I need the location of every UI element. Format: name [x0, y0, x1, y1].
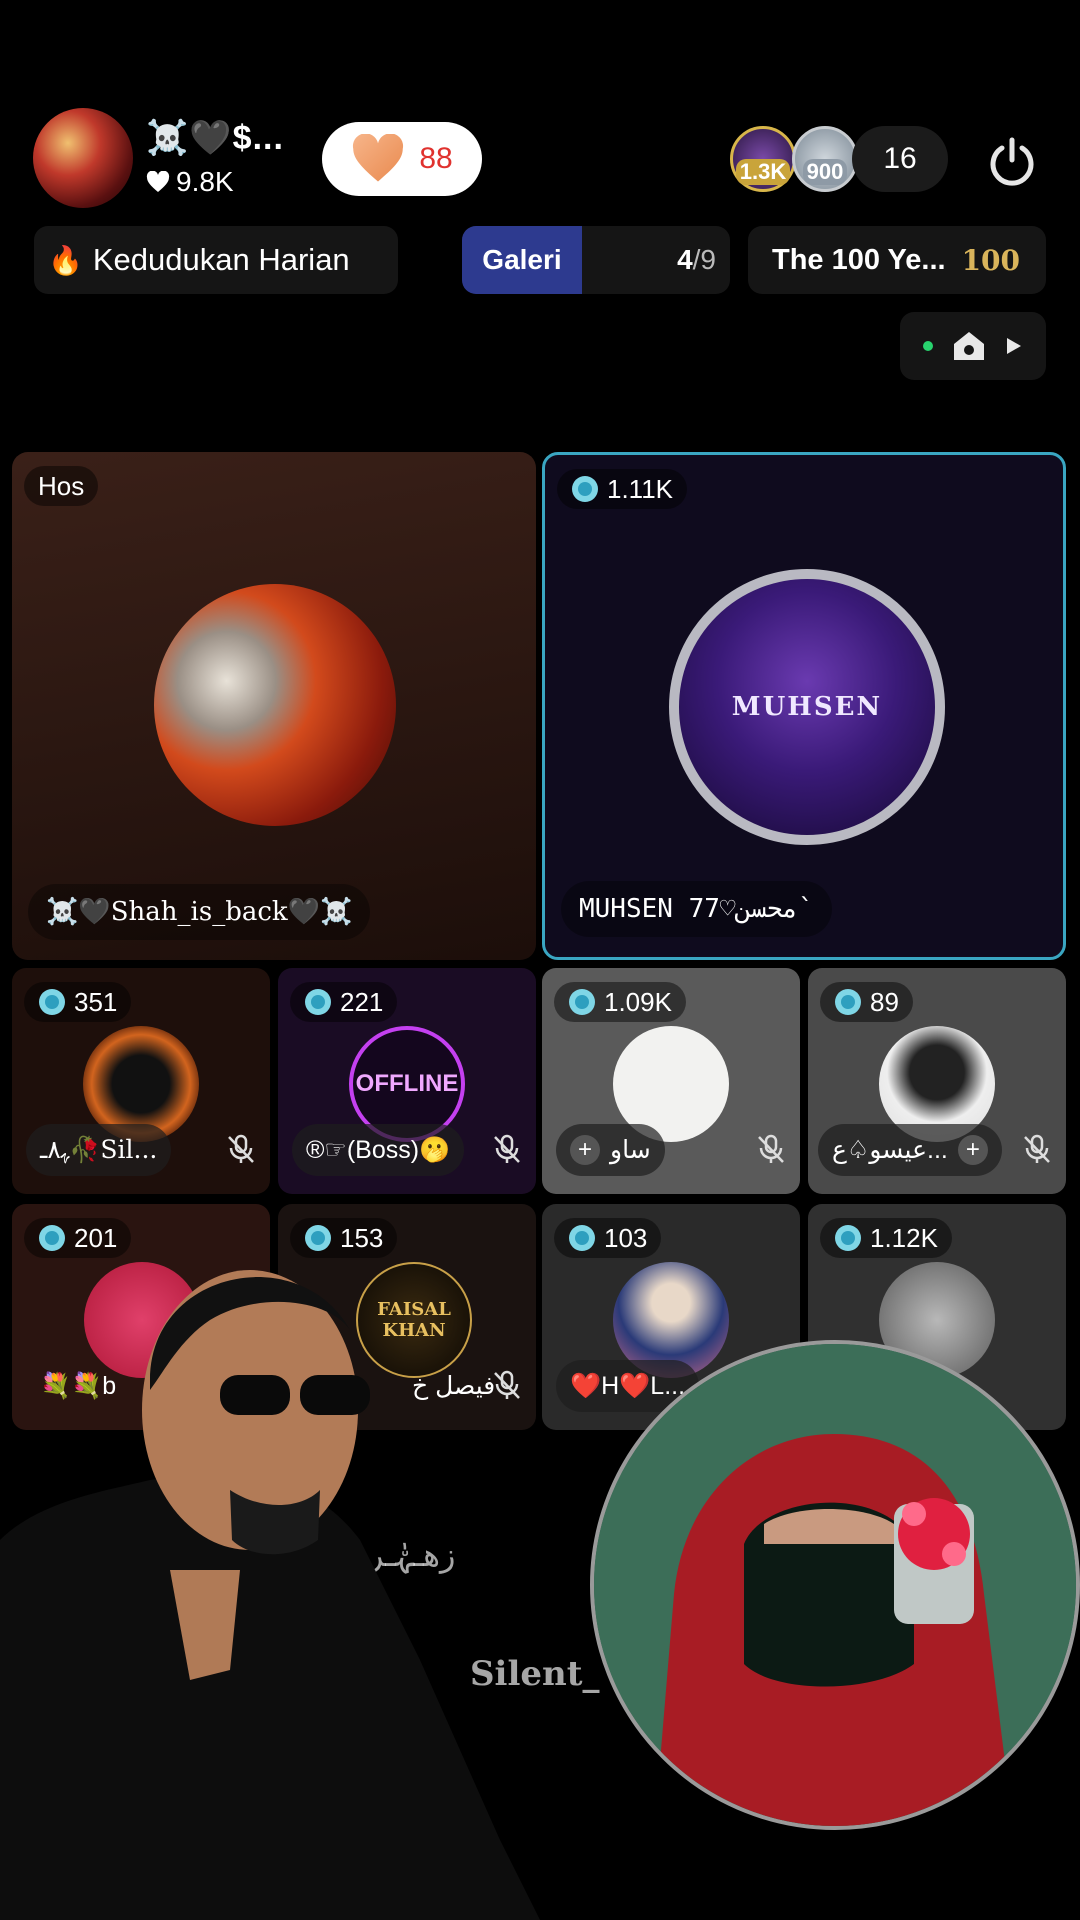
seat-name-text: عيسو♤ع... — [832, 1136, 948, 1164]
score-tag: 103 — [554, 1218, 662, 1258]
daily-rank-label: Kedudukan Harian — [92, 242, 350, 277]
guest-video-pip[interactable] — [590, 1340, 1080, 1830]
score-tag: 221 — [290, 982, 398, 1022]
host-tag: Hos — [24, 466, 99, 506]
event-label: The 100 Ye... — [772, 243, 946, 276]
mini-player-controls[interactable] — [900, 312, 1046, 380]
score-value: 1.12K — [870, 1222, 938, 1253]
gallery-label: Galeri — [462, 226, 582, 294]
host-likes-count: 9.8K — [176, 166, 234, 197]
fire-icon: 🔥 — [48, 244, 83, 276]
gallery-button[interactable]: Galeri 4/9 — [462, 226, 730, 294]
score-value: 89 — [870, 986, 899, 1017]
host-seat-name: ☠️🖤Shah_is_back🖤☠️ — [28, 884, 371, 940]
gem-icon — [305, 989, 331, 1015]
streamer-video-overlay — [0, 1240, 540, 1920]
heart-icon — [146, 171, 170, 192]
mic-muted-icon — [758, 1134, 784, 1163]
gem-icon — [835, 1225, 861, 1251]
seat-host[interactable]: Hos ☠️🖤Shah_is_back🖤☠️ — [12, 452, 536, 960]
seat-6[interactable]: 89 عيسو♤ع... + — [808, 968, 1066, 1194]
live-dot-icon — [923, 341, 934, 351]
viewer-count[interactable]: 16 — [852, 126, 948, 192]
mic-muted-icon — [494, 1134, 520, 1163]
host-name[interactable]: ☠️🖤$... — [146, 118, 284, 158]
score-value: 221 — [340, 986, 384, 1017]
avatar-text: OFFLINE — [355, 1070, 459, 1097]
daily-rank-button[interactable]: 🔥 Kedudukan Harian — [34, 226, 398, 294]
seat-avatar[interactable]: MUHSEN — [669, 569, 945, 845]
seat-name: ®☞(Boss)🫢 — [292, 1124, 465, 1176]
seat-name-text: ساو — [610, 1136, 651, 1164]
seat-3[interactable]: 351 ﮩ٨ـ🥀Sil... — [12, 968, 270, 1194]
follow-plus-icon[interactable]: + — [570, 1135, 600, 1165]
play-icon[interactable] — [1005, 336, 1023, 356]
host-likes: 9.8K — [146, 166, 234, 198]
mic-muted-icon — [1024, 1134, 1050, 1163]
gem-icon — [39, 989, 65, 1015]
seat-2[interactable]: 1.11K MUHSEN MUHSEN 77♡محسن` — [542, 452, 1066, 960]
viewer-avatar[interactable]: 1.3K — [730, 126, 796, 192]
seat-5[interactable]: 1.09K + ساو — [542, 968, 800, 1194]
power-icon[interactable] — [984, 134, 1040, 190]
event-banner[interactable]: The 100 Ye... 100 — [748, 226, 1046, 294]
heart-count: 88 — [419, 142, 453, 175]
seat-name: + ساو — [556, 1124, 665, 1176]
score-value: 1.09K — [604, 986, 672, 1017]
score-value: 103 — [604, 1222, 648, 1253]
home-icon[interactable] — [952, 330, 986, 362]
gem-icon — [569, 1225, 595, 1251]
gem-icon — [835, 989, 861, 1015]
avatar-text: MUHSEN — [731, 692, 883, 722]
score-value: 351 — [74, 986, 118, 1017]
gem-icon — [569, 989, 595, 1015]
viewer-avatar[interactable]: 900 — [792, 126, 858, 192]
seat-name: ﮩ٨ـ🥀Sil... — [26, 1124, 172, 1176]
score-tag: 1.09K — [554, 982, 686, 1022]
host-seat-avatar[interactable] — [154, 584, 396, 826]
viewer-badge: 1.3K — [735, 159, 791, 185]
event-badge: 100 — [961, 243, 1021, 277]
viewer-badge: 900 — [802, 159, 848, 185]
streamer-figure — [0, 1270, 540, 1920]
host-tag-label: Hos — [38, 470, 85, 501]
seat-name: MUHSEN 77♡محسن` — [561, 881, 832, 937]
score-tag: 1.12K — [820, 1218, 952, 1258]
mic-muted-icon — [228, 1134, 254, 1163]
gallery-counter: 4/9 — [677, 244, 716, 276]
gallery-total: /9 — [692, 244, 716, 275]
seat-name: عيسو♤ع... + — [818, 1124, 1002, 1176]
gem-icon — [572, 476, 598, 502]
host-avatar[interactable] — [33, 108, 133, 208]
score-tag: 351 — [24, 982, 132, 1022]
heart-counter-button[interactable]: 88 — [322, 122, 482, 196]
guest-figure — [594, 1344, 1076, 1826]
seat-4[interactable]: 221 OFFLINE ®☞(Boss)🫢 — [278, 968, 536, 1194]
follow-plus-icon[interactable]: + — [957, 1135, 988, 1165]
score-tag: 89 — [820, 982, 913, 1022]
heart-icon — [353, 134, 404, 182]
gallery-current: 4 — [677, 244, 693, 275]
score-tag: 1.11K — [557, 469, 688, 509]
score-value: 1.11K — [607, 473, 674, 504]
